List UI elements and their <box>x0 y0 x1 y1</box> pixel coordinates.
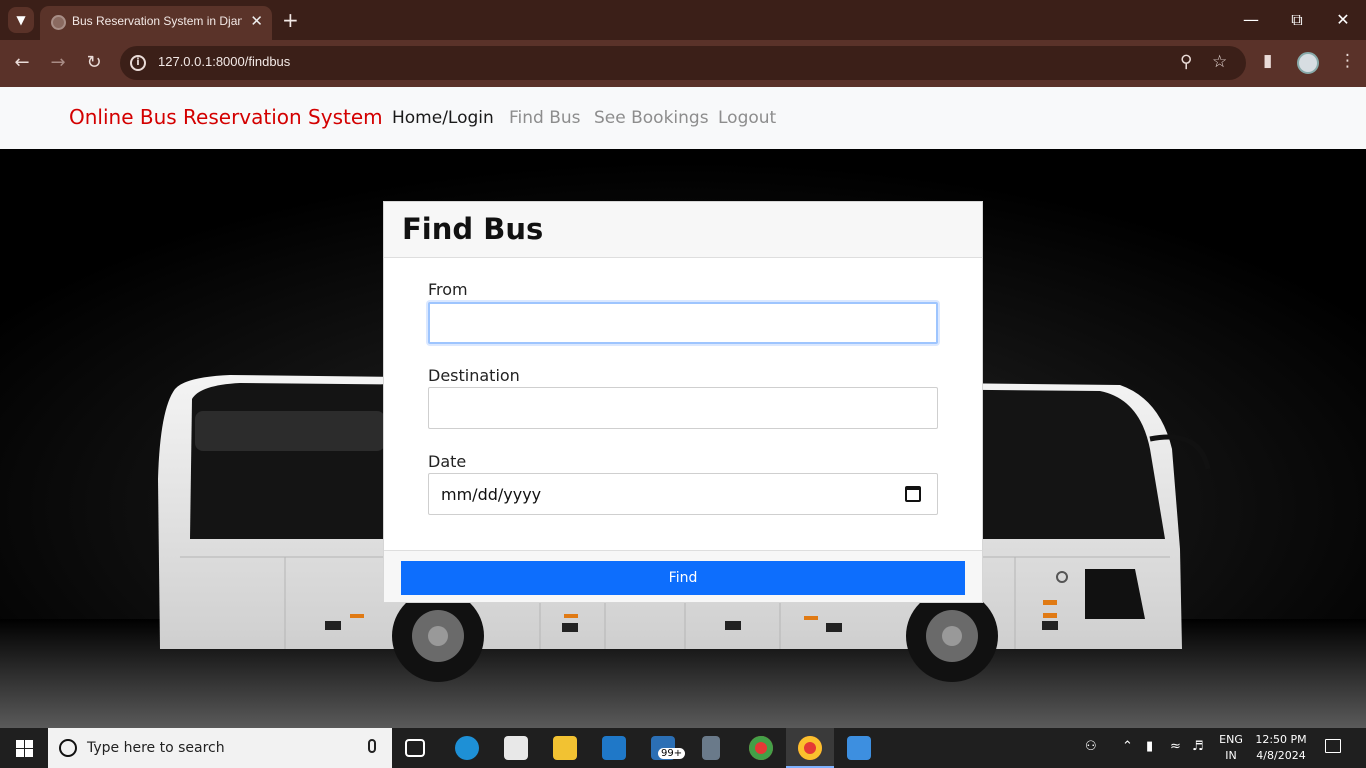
cortana-icon <box>59 739 77 757</box>
close-tab-icon[interactable]: ✕ <box>250 12 263 30</box>
restore-icon[interactable]: ⧉ <box>1285 10 1309 30</box>
vscode-icon[interactable] <box>602 736 626 760</box>
forward-arrow-icon[interactable]: → <box>46 52 70 73</box>
active-chrome-slot[interactable] <box>786 728 834 768</box>
edge-icon[interactable] <box>455 736 479 760</box>
nav-logout[interactable]: Logout <box>718 108 776 128</box>
tab-title: Bus Reservation System in Djan <box>72 14 242 28</box>
browser-tab-strip: ▼ Bus Reservation System in Djan ✕ + — ⧉… <box>0 0 1366 40</box>
calendar-icon[interactable] <box>905 486 921 502</box>
date-input[interactable]: mm/dd/yyyy <box>428 473 938 515</box>
chrome-icon[interactable] <box>749 736 773 760</box>
lang-line2: IN <box>1225 749 1237 762</box>
tray-chevron-icon[interactable]: ⌃ <box>1122 739 1133 754</box>
calculator-icon[interactable] <box>702 736 720 760</box>
card-title: Find Bus <box>402 212 544 246</box>
zoom-icon[interactable]: ⚲ <box>1180 52 1192 72</box>
windows-start-icon[interactable] <box>16 740 33 757</box>
find-bus-card: Find Bus From Destination Date mm/dd/yyy… <box>383 201 983 603</box>
task-view-icon[interactable] <box>405 739 425 757</box>
from-input[interactable] <box>428 302 938 344</box>
globe-icon <box>51 15 66 30</box>
chrome-active-icon[interactable] <box>798 736 822 760</box>
lang-line1: ENG <box>1219 733 1243 746</box>
notifications-icon[interactable] <box>1325 739 1341 753</box>
language-indicator[interactable]: ENG IN <box>1218 732 1244 764</box>
microphone-icon[interactable] <box>368 739 376 753</box>
bookmark-star-icon[interactable]: ☆ <box>1212 52 1227 72</box>
close-window-icon[interactable]: ✕ <box>1331 10 1355 29</box>
minimize-icon[interactable]: — <box>1239 10 1263 29</box>
clock-time: 12:50 PM <box>1255 733 1307 746</box>
file-explorer-icon[interactable] <box>553 736 577 760</box>
from-label: From <box>428 280 468 299</box>
site-navbar: Online Bus Reservation System Home/Login… <box>0 87 1366 149</box>
card-footer: Find <box>384 550 982 602</box>
people-icon[interactable]: ⚇ <box>1085 739 1097 754</box>
taskbar-search-placeholder: Type here to search <box>87 740 225 756</box>
new-tab-plus-icon[interactable]: + <box>282 8 299 32</box>
windows-taskbar: Type here to search 99+ ⚇ ⌃ ▮ ≈ ♬ ENG IN… <box>0 728 1366 768</box>
side-panel-icon[interactable]: ▮ <box>1263 51 1272 71</box>
date-label: Date <box>428 452 467 471</box>
date-placeholder: mm/dd/yyyy <box>441 485 542 504</box>
destination-label: Destination <box>428 366 520 385</box>
destination-input[interactable] <box>428 387 938 429</box>
nav-see-bookings[interactable]: See Bookings <box>594 108 709 128</box>
photos-icon[interactable] <box>847 736 871 760</box>
browser-tab[interactable]: Bus Reservation System in Djan ✕ <box>40 6 272 40</box>
reload-icon[interactable]: ↻ <box>82 52 106 73</box>
clock-date: 4/8/2024 <box>1256 749 1306 762</box>
wifi-icon[interactable]: ≈ <box>1170 739 1181 754</box>
back-arrow-icon[interactable]: ← <box>10 52 34 73</box>
profile-avatar-icon[interactable] <box>1297 52 1319 74</box>
store-icon[interactable] <box>504 736 528 760</box>
card-header: Find Bus <box>384 202 982 258</box>
system-clock[interactable]: 12:50 PM 4/8/2024 <box>1250 732 1312 764</box>
site-brand[interactable]: Online Bus Reservation System <box>69 105 383 129</box>
kebab-menu-icon[interactable]: ⋮ <box>1339 51 1356 71</box>
find-button[interactable]: Find <box>401 561 965 595</box>
nav-find-bus[interactable]: Find Bus <box>509 108 581 128</box>
tab-search-chevron-icon[interactable]: ▼ <box>8 7 34 33</box>
mail-badge: 99+ <box>658 748 686 759</box>
nav-home-login[interactable]: Home/Login <box>392 108 494 128</box>
url-omnibox[interactable]: i 127.0.0.1:8000/findbus ⚲ ☆ <box>120 46 1246 80</box>
taskbar-search[interactable]: Type here to search <box>48 728 392 768</box>
web-page: Online Bus Reservation System Home/Login… <box>0 87 1366 728</box>
url-text[interactable]: 127.0.0.1:8000/findbus <box>158 54 290 69</box>
volume-icon[interactable]: ♬ <box>1192 739 1204 754</box>
site-info-icon[interactable]: i <box>130 55 146 71</box>
address-bar: ← → ↻ i 127.0.0.1:8000/findbus ⚲ ☆ ▮ ⋮ <box>0 40 1366 87</box>
battery-icon[interactable]: ▮ <box>1146 739 1153 754</box>
